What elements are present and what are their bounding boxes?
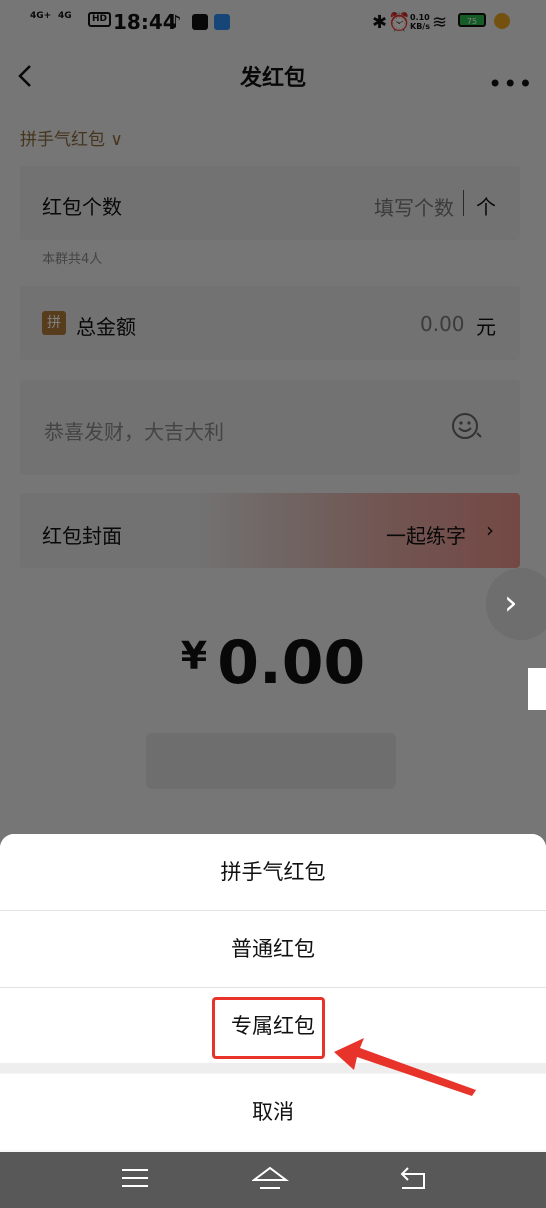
floating-next-button[interactable]: ›: [486, 568, 546, 640]
home-icon[interactable]: [252, 1160, 292, 1200]
highlight-box: [212, 997, 325, 1059]
menu-icon[interactable]: [116, 1160, 156, 1200]
option-normal-packet[interactable]: 普通红包: [0, 911, 546, 987]
back-nav-icon[interactable]: [394, 1160, 434, 1200]
packet-type-sheet: 拼手气红包 普通红包 专属红包 取消: [0, 834, 546, 1152]
floating-side-tab[interactable]: [528, 668, 546, 710]
option-lucky-packet[interactable]: 拼手气红包: [0, 834, 546, 910]
pointer-arrow-icon: [334, 1038, 476, 1096]
